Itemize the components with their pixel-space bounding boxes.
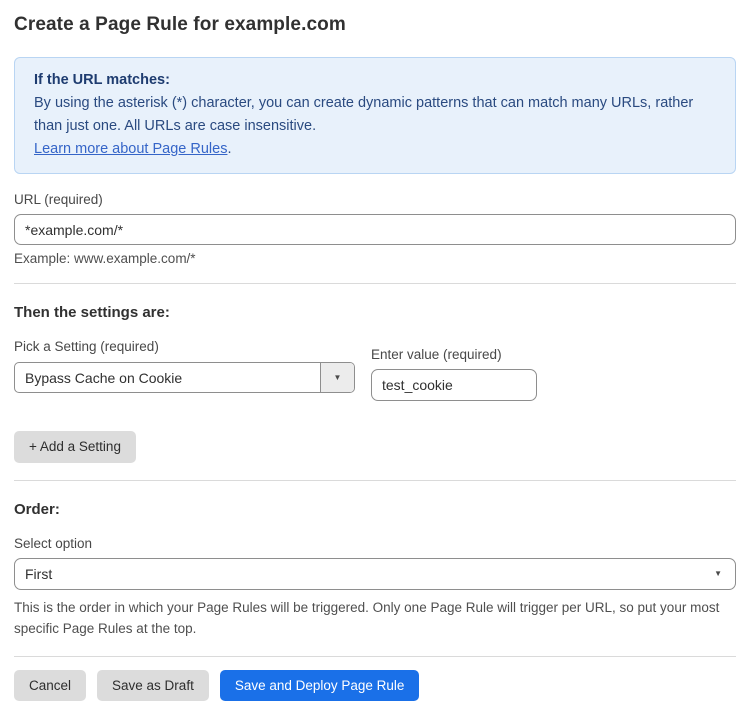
url-field-label: URL (required) xyxy=(14,192,736,207)
order-select[interactable]: First ▼ xyxy=(14,558,736,590)
chevron-down-icon: ▼ xyxy=(714,570,722,578)
info-box-body: By using the asterisk (*) character, you… xyxy=(34,92,716,138)
order-selected-value: First xyxy=(25,566,52,582)
settings-row: Pick a Setting (required) Bypass Cache o… xyxy=(14,325,736,401)
info-box-link-line: Learn more about Page Rules. xyxy=(34,138,716,161)
divider xyxy=(14,656,736,657)
url-field-helper: Example: www.example.com/* xyxy=(14,251,736,266)
setting-value-column: Enter value (required) xyxy=(371,333,537,401)
setting-picker-column: Pick a Setting (required) Bypass Cache o… xyxy=(14,325,355,393)
footer-actions: Cancel Save as Draft Save and Deploy Pag… xyxy=(14,670,736,701)
save-as-draft-button[interactable]: Save as Draft xyxy=(97,670,209,701)
page-title: Create a Page Rule for example.com xyxy=(14,0,736,36)
url-input[interactable] xyxy=(14,214,736,245)
divider xyxy=(14,480,736,481)
info-box-body-text: By using the asterisk (*) character, you… xyxy=(34,95,693,134)
url-match-info-box: If the URL matches: By using the asteris… xyxy=(14,57,736,174)
add-setting-button[interactable]: + Add a Setting xyxy=(14,431,136,463)
save-and-deploy-button[interactable]: Save and Deploy Page Rule xyxy=(220,670,420,701)
create-page-rule-form: Create a Page Rule for example.com If th… xyxy=(0,0,750,701)
info-box-heading: If the URL matches: xyxy=(34,69,716,92)
divider xyxy=(14,283,736,284)
settings-section-heading: Then the settings are: xyxy=(14,304,736,321)
order-helper-text: This is the order in which your Page Rul… xyxy=(14,597,734,639)
learn-more-link[interactable]: Learn more about Page Rules xyxy=(34,141,227,157)
chevron-down-icon: ▼ xyxy=(334,374,342,382)
setting-value-label: Enter value (required) xyxy=(371,347,537,362)
setting-picker-selected-value: Bypass Cache on Cookie xyxy=(15,363,320,392)
setting-value-input[interactable] xyxy=(371,369,537,401)
setting-picker-dropdown[interactable]: Bypass Cache on Cookie ▼ xyxy=(14,362,355,393)
order-section-heading: Order: xyxy=(14,501,736,518)
order-select-label: Select option xyxy=(14,536,736,551)
cancel-button[interactable]: Cancel xyxy=(14,670,86,701)
setting-picker-arrow-button[interactable]: ▼ xyxy=(320,363,354,392)
link-suffix: . xyxy=(227,141,231,157)
setting-picker-label: Pick a Setting (required) xyxy=(14,339,355,354)
